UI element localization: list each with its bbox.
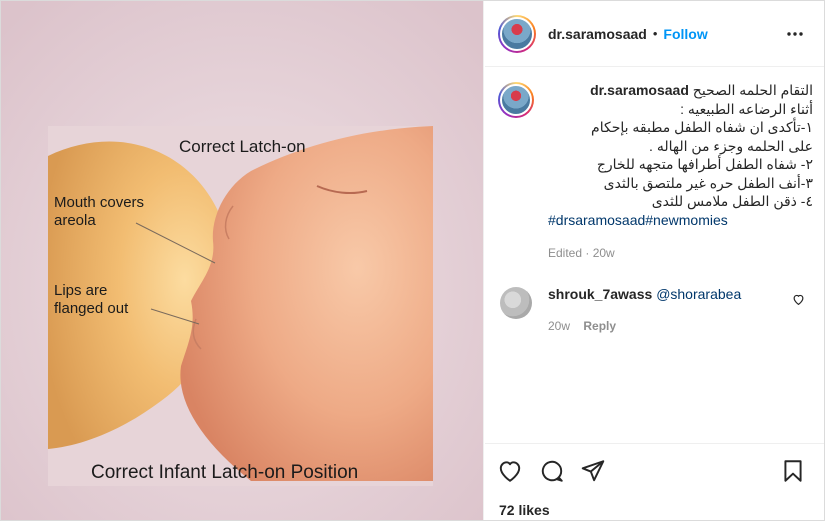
heart-outline-icon[interactable] bbox=[792, 293, 805, 306]
comment-icon[interactable] bbox=[539, 458, 565, 484]
comment-time: 20w bbox=[548, 318, 571, 333]
latch-illustration bbox=[1, 1, 483, 520]
comment-mention[interactable]: @shorarabea bbox=[656, 286, 741, 302]
comments-section: التقام الحلمه الصحيح dr.saramosaad أثناء… bbox=[485, 67, 824, 443]
caption-line: ١-تأكدى ان شفاه الطفل مطبقه بإحكام bbox=[591, 119, 813, 135]
caption-text: التقام الحلمه الصحيح bbox=[692, 82, 813, 98]
caption-edited-time: Edited · 20w bbox=[548, 246, 615, 260]
likes-count[interactable]: 72 likes bbox=[499, 502, 550, 518]
post-sidebar: dr.saramosaad • Follow التقام الحلمه الص… bbox=[485, 1, 824, 520]
caption-username[interactable]: dr.saramosaad bbox=[590, 82, 689, 98]
bookmark-icon[interactable] bbox=[780, 458, 806, 484]
paper-plane-icon[interactable] bbox=[580, 458, 606, 484]
reply-button[interactable]: Reply bbox=[583, 319, 616, 333]
instagram-post: Correct Latch-on Mouth covers areola Lip… bbox=[0, 0, 825, 521]
caption-avatar[interactable] bbox=[498, 82, 534, 118]
comment-meta: 20w Reply bbox=[548, 317, 741, 335]
caption-line: على الحلمه وجزء من الهاله . bbox=[649, 137, 813, 154]
post-actions: 72 likes bbox=[485, 443, 824, 520]
image-label-lips: Lips are flanged out bbox=[54, 282, 129, 317]
caption-line: أثناء الرضاعه الطبيعيه : bbox=[680, 100, 813, 117]
comment-body: shrouk_7awass @shorarabea 20w Reply bbox=[548, 285, 741, 335]
more-horizontal-icon[interactable] bbox=[786, 25, 804, 43]
caption-body: التقام الحلمه الصحيح dr.saramosaad أثناء… bbox=[548, 81, 813, 263]
commenter-avatar[interactable] bbox=[500, 286, 532, 319]
separator-dot: • bbox=[652, 26, 658, 41]
heart-icon[interactable] bbox=[497, 458, 523, 484]
image-label-mouth: Mouth covers areola bbox=[54, 194, 145, 229]
caption-hashtags[interactable]: #drsaramosaad#newmomies bbox=[548, 211, 813, 230]
follow-button[interactable]: Follow bbox=[663, 26, 707, 42]
comment-item: shrouk_7awass @shorarabea 20w Reply bbox=[498, 285, 813, 335]
caption-line: ٢- شفاه الطفل أطرافها متجهه للخارج bbox=[596, 156, 813, 172]
post-header: dr.saramosaad • Follow bbox=[485, 1, 824, 67]
post-image[interactable]: Correct Latch-on Mouth covers areola Lip… bbox=[1, 1, 484, 520]
caption-line: ٣-أنف الطفل حره غير ملتصق بالثدى bbox=[603, 174, 813, 191]
image-title-bottom: Correct Infant Latch-on Position bbox=[91, 462, 359, 483]
caption-line: ٤- ذقن الطفل ملامس للثدى bbox=[651, 193, 813, 209]
author-avatar[interactable] bbox=[498, 14, 536, 53]
commenter-username[interactable]: shrouk_7awass bbox=[548, 286, 652, 302]
author-username[interactable]: dr.saramosaad bbox=[548, 26, 647, 42]
caption-line: التقام الحلمه الصحيح dr.saramosaad bbox=[548, 81, 813, 100]
image-title-top: Correct Latch-on bbox=[179, 137, 306, 156]
post-caption: التقام الحلمه الصحيح dr.saramosaad أثناء… bbox=[498, 81, 813, 263]
